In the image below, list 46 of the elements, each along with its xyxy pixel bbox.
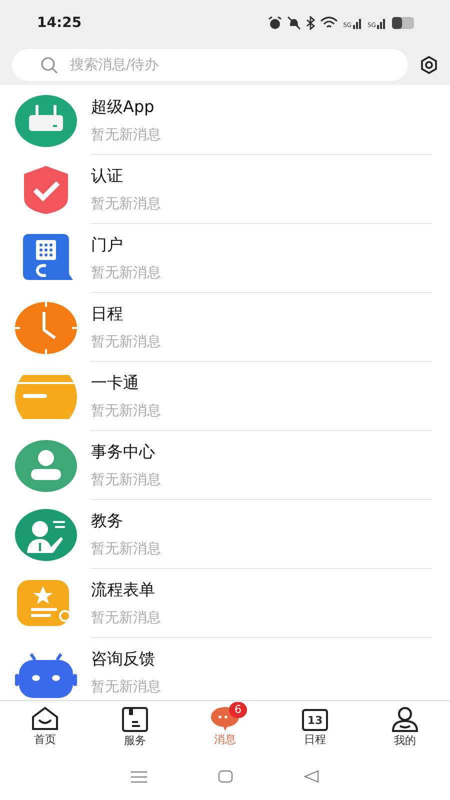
wifi-icon: [320, 16, 338, 30]
router-icon: [14, 94, 76, 146]
search-field[interactable]: 搜索消息/待办: [68, 56, 408, 74]
settings-icon[interactable]: [420, 56, 438, 74]
message-title[interactable]: 咨询反馈: [91, 648, 432, 670]
back-icon[interactable]: [304, 770, 320, 783]
message-preview: 暂无新消息: [91, 470, 162, 488]
person-icon: [14, 440, 76, 492]
bell-muted-icon: [287, 16, 302, 30]
battery-icon: [392, 16, 416, 28]
document-icon: [122, 706, 148, 732]
status-time: 14:25: [37, 14, 82, 30]
unread-count: 6: [229, 702, 247, 718]
teacher-icon: [14, 508, 76, 560]
menu-icon[interactable]: [130, 770, 147, 782]
message-title[interactable]: 认证: [91, 166, 432, 186]
tab[interactable]: 服务: [90, 701, 180, 753]
message-preview: 暂无新消息: [91, 608, 162, 626]
message-preview: 暂无新消息: [91, 194, 162, 212]
home-icon: [31, 707, 59, 731]
search-icon: [40, 56, 58, 74]
message-title[interactable]: 流程表单: [91, 580, 432, 600]
message-preview: 暂无新消息: [91, 402, 162, 420]
message-preview: 暂无新消息: [91, 540, 162, 558]
message-title[interactable]: 超级App: [91, 96, 432, 118]
message-title[interactable]: 日程: [91, 304, 432, 324]
message-title[interactable]: 门户: [91, 234, 432, 256]
alarm-icon: [268, 16, 282, 30]
clock-icon: [14, 302, 76, 354]
calendar-icon: 13: [302, 709, 328, 731]
card-icon: [14, 374, 76, 418]
user-icon: [391, 706, 419, 732]
search-bar[interactable]: 搜索消息/待办: [12, 49, 408, 81]
tab[interactable]: 首页: [0, 701, 90, 753]
tab[interactable]: 消息 6: [180, 701, 270, 753]
bluetooth-icon: [306, 16, 316, 30]
message-title[interactable]: 教务: [91, 510, 432, 532]
message-preview: 暂无新消息: [91, 126, 162, 144]
message-title[interactable]: 一卡通: [91, 372, 432, 394]
message-preview: 暂无新消息: [91, 332, 162, 350]
tab[interactable]: 我的: [360, 701, 450, 753]
tab[interactable]: 13 日程: [270, 701, 360, 753]
message-title[interactable]: 事务中心: [91, 442, 432, 462]
message-preview: 暂无新消息: [91, 264, 162, 282]
message-preview: 暂无新消息: [91, 678, 162, 696]
home-button-icon[interactable]: [218, 770, 233, 783]
